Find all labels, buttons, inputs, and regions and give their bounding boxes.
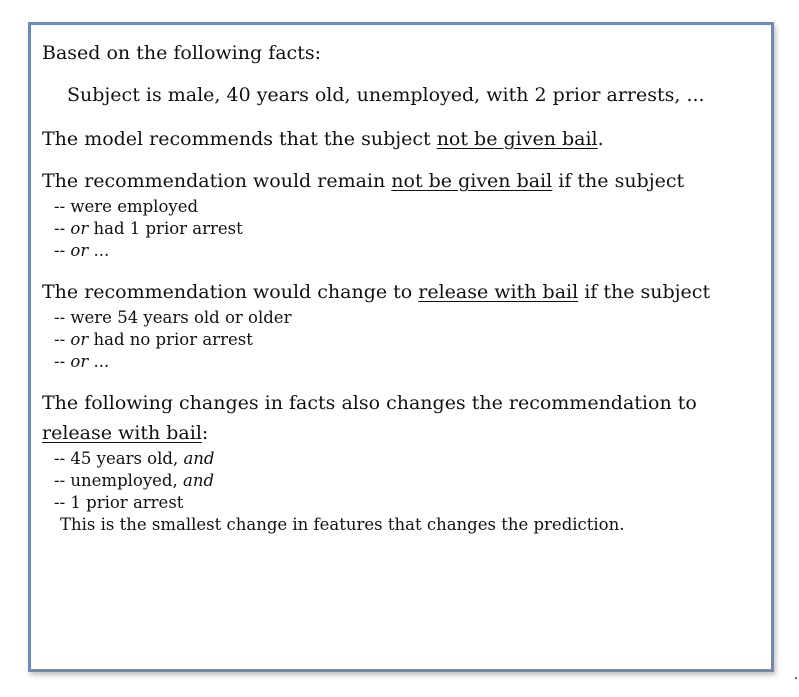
remain-prefix: The recommendation would remain [42,170,392,192]
conjunction: and [183,449,215,468]
recommendation-decision: not be given bail [436,128,598,150]
dash: -- [54,493,71,512]
explanation-content: Based on the following facts: Subject is… [42,41,761,536]
condition-text: unemployed, [70,471,183,490]
remain-item: -- or had 1 prior arrest [42,218,761,240]
dash: -- [54,197,71,216]
change-suffix: if the subject [578,281,711,303]
condition-text: 45 years old, [70,449,184,468]
remain-decision: not be given bail [391,170,553,192]
condition-text: ... [88,352,110,371]
condition-text: had no prior arrest [88,330,253,349]
conjunction: or [70,352,89,371]
dash: -- [54,219,71,238]
remain-line: The recommendation would remain not be g… [42,169,761,193]
conjunction: or [70,219,89,238]
recommendation-suffix: . [597,128,604,150]
change-line: The recommendation would change to relea… [42,280,761,304]
condition-text: had 1 prior arrest [88,219,243,238]
dash: -- [54,308,71,327]
following-item: -- 45 years old, and [42,448,761,470]
following-line: The following changes in facts also chan… [42,392,697,414]
condition-text: were employed [70,197,199,216]
following-decision: release with bail [42,422,202,444]
following-item: -- unemployed, and [42,470,761,492]
conjunction: and [182,471,215,490]
condition-text: were 54 years old or older [70,308,292,327]
change-item: -- were 54 years old or older [42,307,761,329]
dash: -- [54,449,71,468]
dash: -- [54,241,71,260]
remain-item: -- were employed [42,196,761,218]
intro-text: Based on the following facts: [42,42,321,64]
change-prefix: The recommendation would change to [42,281,419,303]
following-suffix: : [201,422,209,444]
conjunction: or [70,330,89,349]
condition-text: ... [88,241,110,260]
following-item: -- 1 prior arrest [42,492,761,514]
condition-text: 1 prior arrest [70,493,184,512]
conjunction: or [70,241,89,260]
change-decision: release with bail [418,281,579,303]
recommendation-line: The model recommends that the subject no… [42,127,761,151]
explanation-box: Based on the following facts: Subject is… [28,22,774,672]
dash: -- [54,352,71,371]
stray-dot [795,677,797,679]
remain-item: -- or ... [42,240,761,262]
smallest-change-note: This is the smallest change in features … [60,515,625,534]
remain-suffix: if the subject [552,170,685,192]
recommendation-prefix: The model recommends that the subject [42,128,437,150]
change-item: -- or had no prior arrest [42,329,761,351]
facts-text: Subject is male, 40 years old, unemploye… [67,84,705,106]
following-decision-line: release with bail: [42,421,761,445]
dash: -- [54,471,71,490]
change-item: -- or ... [42,351,761,373]
dash: -- [54,330,71,349]
